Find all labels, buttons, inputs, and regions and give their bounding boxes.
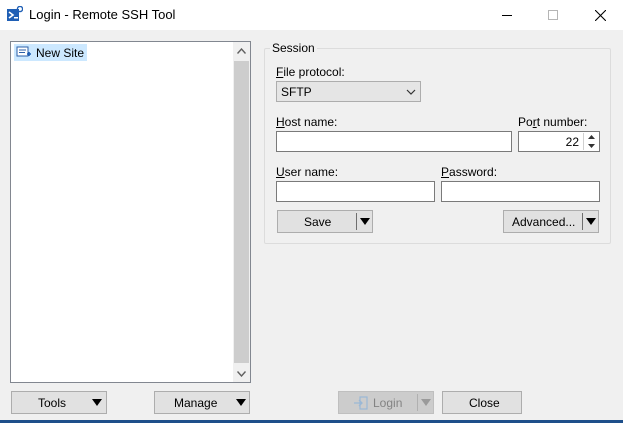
- port-stepper-buttons: [583, 133, 598, 150]
- app-terminal-icon: [7, 6, 23, 21]
- save-button[interactable]: Save: [277, 210, 373, 233]
- password-label: Password:: [441, 165, 498, 179]
- title-bar: Login - Remote SSH Tool: [0, 0, 623, 30]
- tools-button[interactable]: Tools: [11, 391, 107, 414]
- chevron-down-icon: [406, 89, 416, 95]
- dropdown-arrow-icon: [360, 218, 370, 225]
- caret-down-icon: [587, 144, 595, 148]
- advanced-button-label: Advanced...: [512, 215, 576, 229]
- session-group-label: Session: [270, 41, 317, 55]
- tree-item-label: New Site: [36, 45, 85, 60]
- file-protocol-select[interactable]: SFTP: [276, 81, 421, 102]
- maximize-button[interactable]: [530, 0, 576, 30]
- close-button[interactable]: Close: [442, 391, 522, 414]
- login-split-divider: [417, 394, 418, 411]
- manage-button-label: Manage: [174, 396, 218, 410]
- user-name-input[interactable]: [276, 181, 435, 202]
- login-button-label: Login: [373, 396, 403, 410]
- host-name-input[interactable]: [276, 131, 512, 152]
- minimize-icon: [502, 15, 512, 16]
- close-button-label: Close: [469, 396, 500, 410]
- user-name-label: User name:: [276, 165, 339, 179]
- caret-up-icon: [587, 135, 595, 139]
- port-number-label: Port number:: [518, 115, 588, 129]
- tree-item-new-site[interactable]: New Site: [14, 44, 88, 61]
- site-tree[interactable]: New Site: [10, 41, 251, 383]
- port-decrement-button[interactable]: [584, 142, 598, 150]
- port-increment-button[interactable]: [584, 133, 598, 141]
- dropdown-arrow-icon: [421, 399, 431, 406]
- new-site-icon: [16, 46, 31, 56]
- close-icon: [594, 9, 606, 21]
- tree-scrollbar[interactable]: [233, 42, 250, 382]
- dropdown-arrow-icon: [586, 218, 596, 225]
- dropdown-arrow-icon: [92, 399, 102, 406]
- chevron-down-icon: [237, 370, 246, 377]
- scroll-thumb[interactable]: [234, 61, 249, 363]
- tools-button-label: Tools: [38, 396, 67, 410]
- chevron-up-icon: [237, 47, 246, 54]
- host-name-label: Host name:: [276, 115, 338, 129]
- scroll-up-button[interactable]: [233, 42, 250, 59]
- close-window-button[interactable]: [577, 0, 623, 30]
- password-input[interactable]: [441, 181, 600, 202]
- dropdown-arrow-icon: [236, 399, 246, 406]
- save-split-divider: [356, 213, 357, 230]
- login-icon: [354, 396, 368, 410]
- scroll-down-button[interactable]: [233, 365, 250, 382]
- window-title: Login - Remote SSH Tool: [29, 7, 176, 22]
- save-button-label: Save: [304, 215, 332, 229]
- advanced-button[interactable]: Advanced...: [503, 210, 599, 233]
- minimize-button[interactable]: [484, 0, 530, 30]
- port-number-stepper[interactable]: 22: [518, 131, 600, 152]
- file-protocol-label: File protocol:: [276, 65, 345, 79]
- login-button[interactable]: Login: [338, 391, 434, 414]
- manage-button[interactable]: Manage: [154, 391, 250, 414]
- advanced-split-divider: [582, 213, 583, 230]
- file-protocol-value: SFTP: [281, 85, 312, 99]
- port-number-value: 22: [565, 135, 579, 149]
- maximize-icon: [548, 10, 558, 20]
